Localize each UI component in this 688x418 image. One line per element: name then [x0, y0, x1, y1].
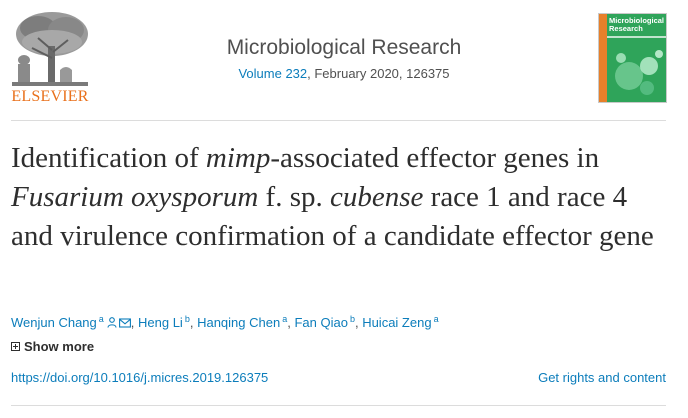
plus-box-icon [11, 342, 20, 351]
person-icon[interactable] [107, 317, 117, 328]
author-name[interactable]: Wenjun Chang [11, 315, 97, 330]
journal-cover-image[interactable]: Microbiological Research [598, 13, 667, 103]
envelope-icon[interactable] [118, 317, 131, 328]
journal-meta-rest: , February 2020, 126375 [307, 66, 450, 81]
author-separator: , [130, 315, 139, 330]
show-more-button[interactable]: Show more [11, 339, 94, 354]
title-segment: f. sp. [258, 181, 330, 213]
header-divider [11, 120, 666, 121]
journal-meta: Volume 232, February 2020, 126375 [150, 66, 538, 82]
volume-link[interactable]: Volume 232 [238, 66, 307, 81]
title-italic-segment: Fusarium oxysporum [11, 181, 259, 213]
journal-title-link[interactable]: Microbiological Research [150, 36, 538, 60]
author-separator: , [189, 315, 198, 330]
cover-title: Microbiological Research [609, 16, 665, 33]
author-affiliation-marker[interactable]: a [434, 314, 439, 324]
author-affiliation-marker[interactable]: a [99, 314, 104, 324]
author-name[interactable]: Hanqing Chen [197, 315, 280, 330]
author-name[interactable]: Huicai Zeng [362, 315, 431, 330]
title-italic-segment: cubense [330, 181, 424, 213]
author-name[interactable]: Fan Qiao [294, 315, 347, 330]
elsevier-wordmark: ELSEVIER [11, 88, 89, 105]
author-contact-icons [107, 317, 131, 328]
get-rights-link[interactable]: Get rights and content [538, 370, 666, 385]
footer-divider [11, 405, 666, 406]
tree-icon [8, 8, 92, 88]
elsevier-logo[interactable]: ELSEVIER [8, 8, 92, 105]
author-list: Wenjun Chang a, Heng Li b, Hanqing Chen a, … [11, 311, 439, 331]
title-italic-segment: mimp [205, 142, 271, 174]
doi-link[interactable]: https://doi.org/10.1016/j.micres.2019.12… [11, 370, 268, 385]
article-title: Identification of mimp-associated effect… [11, 139, 671, 256]
journal-header: Microbiological Research Volume 232, Feb… [150, 36, 538, 82]
author-name[interactable]: Heng Li [138, 315, 183, 330]
title-segment: -associated effector genes in [270, 142, 600, 174]
show-more-label: Show more [24, 339, 95, 354]
title-segment: Identification of [11, 142, 206, 174]
